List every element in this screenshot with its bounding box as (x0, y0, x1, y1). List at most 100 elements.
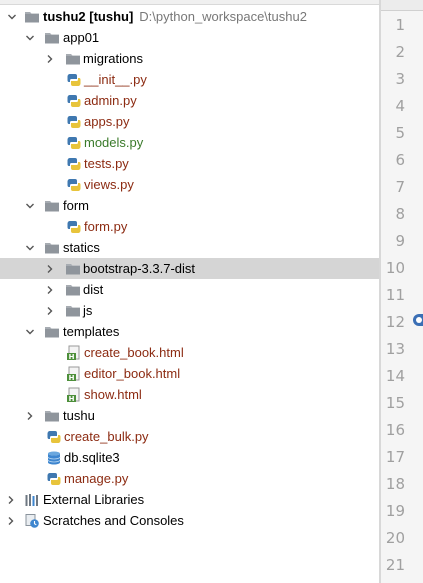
line-number: 18 (385, 475, 405, 493)
tree-row-file[interactable]: tests.py (0, 153, 379, 174)
chevron-down-icon[interactable] (24, 195, 36, 216)
tree-row-file[interactable]: db.sqlite3 (0, 447, 379, 468)
line-number: 15 (385, 394, 405, 412)
tree-row-form[interactable]: form (0, 195, 379, 216)
folder-label: tushu (63, 408, 95, 423)
tree-row-external-libraries[interactable]: External Libraries (0, 489, 379, 510)
tree-row-app01[interactable]: app01 (0, 27, 379, 48)
database-icon (46, 450, 62, 466)
folder-icon (65, 282, 81, 298)
file-label: views.py (84, 177, 134, 192)
tree-row-js[interactable]: js (0, 300, 379, 321)
editor-tab-strip (381, 0, 423, 11)
tree-row-tushu[interactable]: tushu (0, 405, 379, 426)
folder-label: migrations (83, 51, 143, 66)
folder-icon (44, 324, 60, 340)
tree-row-scratches[interactable]: Scratches and Consoles (0, 510, 379, 531)
tree-row-migrations[interactable]: migrations (0, 48, 379, 69)
html-file-icon: H (66, 366, 82, 382)
tree-row-dist[interactable]: dist (0, 279, 379, 300)
chevron-right-icon[interactable] (5, 489, 17, 510)
line-number: 11 (385, 286, 405, 304)
python-file-icon (66, 219, 82, 235)
line-number: 8 (395, 205, 405, 223)
folder-icon (44, 198, 60, 214)
chevron-down-icon[interactable] (24, 27, 36, 48)
folder-label: js (83, 303, 93, 318)
project-tree-panel: tushu2 [tushu] D:\python_workspace\tushu2… (0, 0, 379, 583)
chevron-right-icon[interactable] (44, 48, 56, 69)
folder-label: Scratches and Consoles (43, 513, 184, 528)
file-label: admin.py (84, 93, 137, 108)
tree-row-file[interactable]: manage.py (0, 468, 379, 489)
project-module-name: [tushu] (89, 9, 134, 24)
folder-label: templates (63, 324, 120, 339)
tree-row-file[interactable]: H show.html (0, 384, 379, 405)
folder-label: dist (83, 282, 104, 297)
line-number: 1 (395, 16, 405, 34)
line-number: 4 (395, 97, 405, 115)
folder-label: statics (63, 240, 100, 255)
panel-header-edge (0, 0, 379, 5)
file-label: create_bulk.py (64, 429, 149, 444)
file-label: apps.py (84, 114, 130, 129)
folder-icon (44, 30, 60, 46)
line-number: 13 (385, 340, 405, 358)
tree-row-file[interactable]: admin.py (0, 90, 379, 111)
gutter-marker-icon[interactable] (413, 314, 423, 326)
file-label: models.py (84, 135, 144, 150)
svg-text:H: H (69, 395, 75, 403)
project-root-label: tushu2 [tushu] D:\python_workspace\tushu2 (43, 8, 307, 25)
tree-row-root[interactable]: tushu2 [tushu] D:\python_workspace\tushu2 (0, 6, 379, 27)
tree-row-file[interactable]: create_bulk.py (0, 426, 379, 447)
tree-row-file[interactable]: H create_book.html (0, 342, 379, 363)
python-file-icon (46, 471, 62, 487)
line-number: 14 (385, 367, 405, 385)
line-number: 2 (395, 43, 405, 61)
folder-icon (24, 9, 40, 25)
folder-icon (44, 408, 60, 424)
file-label: show.html (84, 387, 142, 402)
line-number: 17 (385, 448, 405, 466)
tree-row-bootstrap[interactable]: bootstrap-3.3.7-dist (0, 258, 379, 279)
tree-row-file[interactable]: H editor_book.html (0, 363, 379, 384)
tree-row-statics[interactable]: statics (0, 237, 379, 258)
tree-row-file[interactable]: __init__.py (0, 69, 379, 90)
chevron-down-icon[interactable] (24, 321, 36, 342)
line-number: 5 (395, 124, 405, 142)
chevron-right-icon[interactable] (44, 279, 56, 300)
chevron-right-icon[interactable] (5, 510, 17, 531)
html-file-icon: H (66, 345, 82, 361)
folder-icon (65, 261, 81, 277)
file-label: db.sqlite3 (64, 450, 120, 465)
python-file-icon (46, 429, 62, 445)
tree-row-file[interactable]: models.py (0, 132, 379, 153)
html-file-icon: H (66, 387, 82, 403)
tree-row-file[interactable]: apps.py (0, 111, 379, 132)
svg-text:H: H (69, 374, 75, 382)
python-file-icon (66, 177, 82, 193)
scratches-icon (24, 513, 40, 529)
chevron-right-icon[interactable] (44, 258, 56, 279)
line-number: 7 (395, 178, 405, 196)
line-number: 3 (395, 70, 405, 88)
line-number: 10 (385, 259, 405, 277)
line-number: 9 (395, 232, 405, 250)
chevron-down-icon[interactable] (24, 237, 36, 258)
tree-row-templates[interactable]: templates (0, 321, 379, 342)
svg-text:H: H (69, 353, 75, 361)
tree-row-file[interactable]: form.py (0, 216, 379, 237)
tree-row-file[interactable]: views.py (0, 174, 379, 195)
chevron-down-icon[interactable] (6, 6, 18, 27)
folder-label: form (63, 198, 89, 213)
chevron-right-icon[interactable] (44, 300, 56, 321)
folder-icon (44, 240, 60, 256)
folder-label: External Libraries (43, 492, 145, 507)
line-number: 16 (385, 421, 405, 439)
chevron-right-icon[interactable] (24, 405, 36, 426)
line-number: 21 (385, 556, 405, 574)
project-root-name: tushu2 (43, 9, 86, 24)
python-file-icon (66, 156, 82, 172)
line-number: 20 (385, 529, 405, 547)
folder-label: app01 (63, 30, 100, 45)
